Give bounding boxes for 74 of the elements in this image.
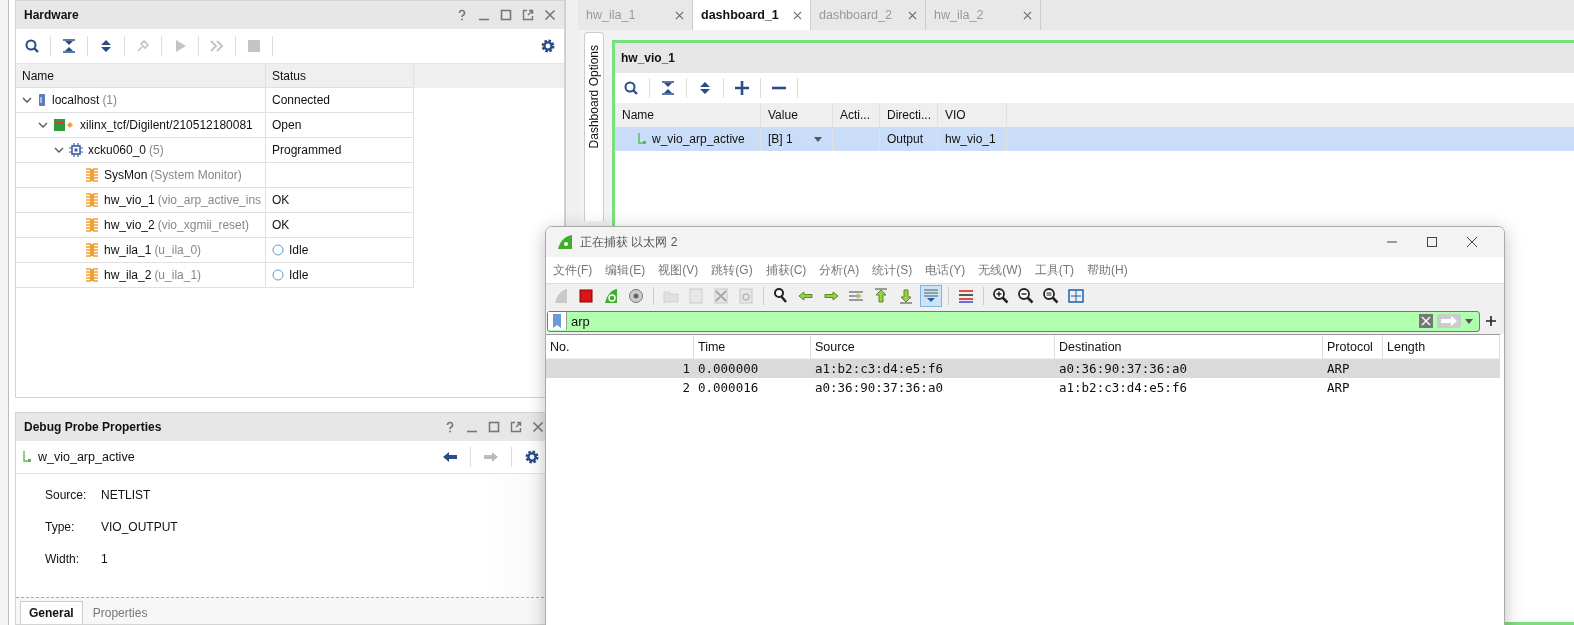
filter-field[interactable]: arp	[547, 310, 1480, 332]
packet-source: a1:b2:c3:d4:e5:f6	[815, 361, 943, 376]
status-text: OK	[272, 218, 290, 232]
tree-item[interactable]: xcku060_0	[88, 143, 147, 157]
probe-name: w_vio_arp_active	[38, 450, 135, 464]
menu-item[interactable]: 捕获(C)	[765, 261, 807, 279]
menu-item[interactable]: 统计(S)	[872, 261, 913, 279]
packet-destination: a1:b2:c3:d4:e5:f6	[1059, 380, 1187, 395]
vio-text: hw_vio_1	[945, 132, 996, 146]
status-text: Programmed	[272, 143, 342, 157]
status-text: OK	[272, 193, 290, 207]
column-header[interactable]: Protocol	[1323, 335, 1383, 358]
tree-item[interactable]: SysMon	[104, 168, 148, 182]
value-text: [B] 1	[768, 132, 793, 146]
tree-item[interactable]: localhost	[52, 93, 100, 107]
tree-item[interactable]: hw_vio_2	[104, 218, 155, 232]
status-text: Idle	[289, 243, 309, 257]
column-header[interactable]: Destination	[1055, 335, 1323, 358]
tab[interactable]: General	[20, 601, 83, 624]
probe-row[interactable]: w_vio_arp_active [B] 1 Output hw_vio_1	[615, 127, 1574, 151]
tab[interactable]: Properties	[84, 602, 156, 624]
packet-protocol: ARP	[1327, 361, 1350, 376]
packet-row[interactable]: 1 0.000000 a1:b2:c3:d4:e5:f6 a0:36:90:37:36:a0 ARP	[546, 359, 1500, 378]
packet-time: 0.000000	[698, 361, 759, 376]
packet-number: 2	[682, 380, 690, 395]
status-text: Idle	[289, 268, 309, 282]
menu-item[interactable]: 帮助(H)	[1087, 261, 1128, 279]
packet-source: a0:36:90:37:36:a0	[815, 380, 943, 395]
field-value: VIO_OUTPUT	[101, 520, 178, 534]
menu-item[interactable]: 分析(A)	[819, 261, 860, 279]
column-header[interactable]: Length	[1383, 335, 1500, 358]
item-detail: (u_ila_1)	[154, 268, 202, 282]
column-header[interactable]: Name	[16, 64, 266, 88]
panel-title: Debug Probe Properties	[24, 420, 162, 434]
field-label: Width:	[45, 552, 80, 566]
item-detail: (1)	[102, 93, 118, 107]
tree-item[interactable]: hw_ila_1	[104, 243, 152, 257]
status-text: Open	[272, 118, 302, 132]
packet-time: 0.000016	[698, 380, 759, 395]
packet-protocol: ARP	[1327, 380, 1350, 395]
editor-tab[interactable]: dashboard_1	[693, 0, 811, 30]
menu-item[interactable]: 跳转(G)	[711, 261, 753, 279]
column-header[interactable]: Time	[694, 335, 811, 358]
status-text: Connected	[272, 93, 331, 107]
side-tab[interactable]: Dashboard Options	[584, 32, 604, 221]
window-title: 正在捕获 以太网 2	[580, 233, 678, 251]
panel-title: Hardware	[24, 8, 79, 22]
menu-item[interactable]: 电话(Y)	[925, 261, 966, 279]
column-header[interactable]: Status	[266, 64, 414, 88]
column-header[interactable]: Source	[811, 335, 1055, 358]
field-label: Source:	[45, 488, 88, 502]
packet-destination: a0:36:90:37:36:a0	[1059, 361, 1187, 376]
item-detail: (System Monitor)	[150, 168, 242, 182]
probe-name: w_vio_arp_active	[652, 132, 745, 146]
field-value: NETLIST	[101, 488, 151, 502]
tree-item[interactable]: xilinx_tcf/Digilent/210512180081	[80, 118, 253, 132]
packet-row[interactable]: 2 0.000016 a0:36:90:37:36:a0 a1:b2:c3:d4:e5:f6 ARP	[546, 378, 1500, 397]
item-detail: (5)	[149, 143, 164, 157]
direction-text: Output	[887, 132, 924, 146]
menu-item[interactable]: 工具(T)	[1034, 261, 1074, 279]
field-value: 1	[101, 552, 108, 566]
item-detail: (u_ila_0)	[154, 243, 202, 257]
menu-item[interactable]: 编辑(E)	[605, 261, 646, 279]
item-detail: (vio_xgmii_reset)	[157, 218, 250, 232]
menu-item[interactable]: 文件(F)	[553, 261, 593, 279]
tree-item[interactable]: hw_ila_2	[104, 268, 152, 282]
packet-number: 1	[682, 361, 690, 376]
tree-item[interactable]: hw_vio_1	[104, 193, 155, 207]
menu-item[interactable]: 视图(V)	[658, 261, 699, 279]
item-detail: (vio_arp_active_ins	[157, 193, 262, 207]
field-label: Type:	[45, 520, 76, 534]
column-header[interactable]: No.	[546, 335, 694, 358]
panel-title: hw_vio_1	[621, 51, 676, 65]
menu-item[interactable]: 无线(W)	[978, 261, 1022, 279]
